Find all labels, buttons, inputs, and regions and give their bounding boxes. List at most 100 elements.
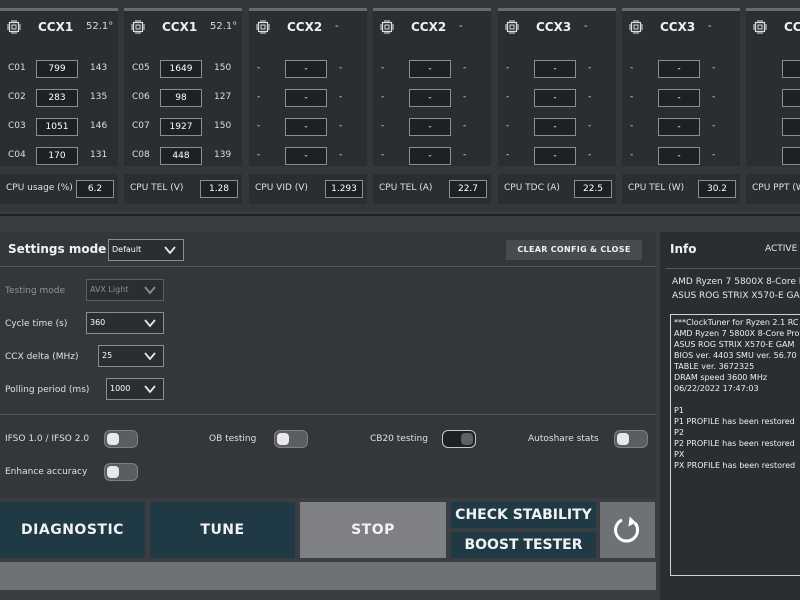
ccx-temperature: 52.1° (210, 21, 238, 32)
core-value-field[interactable]: 98 (160, 89, 202, 107)
core-value-field[interactable] (782, 60, 800, 78)
core-value-field[interactable] (782, 118, 800, 136)
core-value-field[interactable]: 170 (36, 147, 78, 165)
log-line: P1 PROFILE has been restored (674, 417, 795, 426)
motherboard-text: ASUS ROG STRIX X570-E GAM (672, 291, 800, 301)
core-extra-value: - (588, 121, 592, 131)
core-value-field[interactable]: - (658, 147, 700, 165)
ccx-delta-select[interactable]: 25 (98, 345, 164, 367)
core-value-field[interactable]: - (534, 89, 576, 107)
core-row: --- (498, 88, 616, 110)
telemetry-panel: CPU PPT (W) (746, 174, 800, 204)
chevron-down-icon (164, 246, 176, 255)
cycle-time-value: 360 (90, 318, 106, 327)
core-value-field[interactable]: 799 (36, 60, 78, 78)
diagnostic-button[interactable]: DIAGNOSTIC (0, 502, 145, 558)
core-row (746, 88, 800, 110)
core-value-field[interactable]: - (658, 60, 700, 78)
testing-mode-select[interactable]: AVX Light (86, 279, 164, 301)
settings-mode-value: Default (112, 245, 142, 254)
ccx-header: CCX3 - (622, 11, 740, 41)
core-name: - (381, 121, 385, 131)
telemetry-panel: CPU VID (V) 1.293 (249, 174, 367, 204)
telemetry-label: CPU VID (V) (255, 183, 308, 193)
core-extra-value: - (588, 92, 592, 102)
toggle-knob (617, 433, 629, 445)
telemetry-value: 1.293 (325, 180, 363, 198)
settings-mode-select[interactable]: Default (108, 239, 184, 261)
telemetry-label: CPU TDC (A) (504, 183, 560, 193)
ccx-title: CCX3 (660, 20, 696, 34)
core-row: C06 98 127 (124, 88, 242, 110)
cycle-time-select[interactable]: 360 (86, 312, 164, 334)
enhance-accuracy-toggle[interactable] (104, 463, 138, 481)
core-value-field[interactable]: 283 (36, 89, 78, 107)
core-name: - (506, 150, 510, 160)
polling-period-label: Polling period (ms) (5, 385, 90, 395)
polling-period-select[interactable]: 1000 (106, 378, 164, 400)
ccx-temperature: - (459, 21, 463, 32)
core-name: - (257, 121, 261, 131)
log-line: 06/22/2022 17:47:03 (674, 384, 759, 393)
core-value-field[interactable]: - (658, 89, 700, 107)
core-name: - (381, 92, 385, 102)
ccx-temperature: 52.1° (86, 21, 114, 32)
core-extra-value: - (712, 150, 716, 160)
ifso-toggle[interactable] (104, 430, 138, 448)
tune-button[interactable]: TUNE (150, 502, 295, 558)
core-value-field[interactable]: - (285, 89, 327, 107)
core-value-field[interactable] (782, 147, 800, 165)
log-textarea[interactable]: ***ClockTuner for Ryzen 2.1 RC AMD Ryzen … (670, 314, 800, 576)
core-value-field[interactable]: - (285, 60, 327, 78)
core-value-field[interactable]: 1927 (160, 118, 202, 136)
core-row: C03 1051 146 (0, 117, 118, 139)
core-extra-value: - (463, 63, 467, 73)
core-row: --- (249, 88, 367, 110)
core-value-field[interactable]: - (409, 118, 451, 136)
core-extra-value: - (712, 92, 716, 102)
core-name: - (630, 121, 634, 131)
cb20-testing-toggle[interactable] (442, 430, 476, 448)
core-value-field[interactable]: - (285, 118, 327, 136)
core-extra-value: - (588, 63, 592, 73)
core-extra-value: - (463, 92, 467, 102)
log-line: TABLE ver. 3672325 (674, 362, 755, 371)
core-value-field[interactable]: 1051 (36, 118, 78, 136)
core-value-field[interactable]: - (409, 89, 451, 107)
core-extra-value: - (339, 92, 343, 102)
core-row: --- (622, 59, 740, 81)
core-value-field[interactable]: - (534, 118, 576, 136)
core-row: C04 170 131 (0, 146, 118, 168)
ccx-monitor-area: CCX1 52.1° C01 799 143 C02 283 135 C03 1051 146 C04… (0, 0, 800, 212)
ccx-panel: CCX2 - - - - - - - - - - - - - (249, 8, 367, 166)
core-value-field[interactable]: - (409, 60, 451, 78)
core-extra-value: - (339, 63, 343, 73)
core-value-field[interactable]: - (285, 147, 327, 165)
core-extra-value: 150 (214, 63, 232, 73)
core-value-field[interactable] (782, 89, 800, 107)
core-extra-value: 139 (214, 150, 232, 160)
check-stability-button[interactable]: CHECK STABILITY (451, 502, 596, 528)
core-value-field[interactable]: 1649 (160, 60, 202, 78)
core-value-field[interactable]: 448 (160, 147, 202, 165)
core-value-field[interactable]: - (409, 147, 451, 165)
ob-testing-toggle[interactable] (274, 430, 308, 448)
ccx-title: CCX2 (411, 20, 447, 34)
core-name: - (506, 121, 510, 131)
core-value-field[interactable]: - (534, 60, 576, 78)
cpu-chip-icon (753, 20, 767, 34)
stop-button[interactable]: STOP (300, 502, 446, 558)
telemetry-panel: CPU TEL (A) 22.7 (373, 174, 491, 204)
ccx-header: CCX4 (746, 11, 800, 41)
autoshare-stats-toggle[interactable] (614, 430, 648, 448)
core-row: --- (498, 59, 616, 81)
core-value-field[interactable]: - (534, 147, 576, 165)
core-extra-value: 150 (214, 121, 232, 131)
core-value-field[interactable]: - (658, 118, 700, 136)
boost-tester-button[interactable]: BOOST TESTER (451, 532, 596, 558)
clear-config-button[interactable]: CLEAR CONFIG & CLOSE (506, 240, 642, 260)
core-name: - (381, 150, 385, 160)
telemetry-panel: CPU usage (%) 6.2 (0, 174, 118, 204)
ccx-temperature: - (335, 21, 339, 32)
reload-button[interactable] (600, 502, 655, 558)
